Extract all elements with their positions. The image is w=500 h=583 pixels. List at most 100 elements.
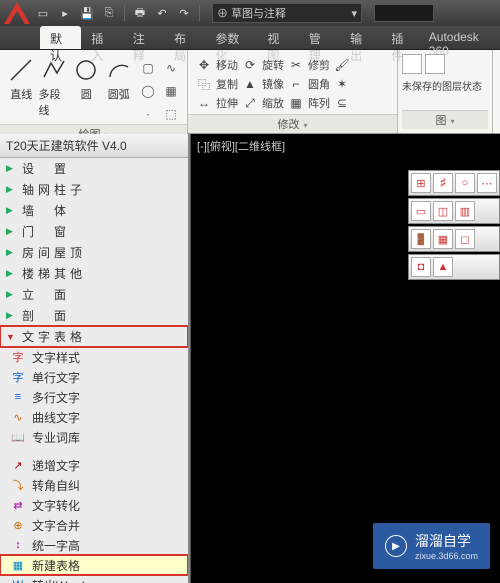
sub-incr-text[interactable]: ↗递增文字: [0, 455, 188, 475]
cat-wall[interactable]: ▶墙 体: [0, 200, 188, 221]
door-icon[interactable]: 🚪: [411, 229, 431, 249]
watermark-brand: 溜溜自学: [415, 533, 471, 549]
tab-insert[interactable]: 插入: [81, 26, 122, 49]
mirror-button[interactable]: 镜像: [262, 76, 284, 92]
rotate-icon[interactable]: ⟳: [242, 57, 258, 73]
cat-axis[interactable]: ▶轴网柱子: [0, 179, 188, 200]
tab-output[interactable]: 输出: [340, 26, 381, 49]
cat-settings[interactable]: ▶设 置: [0, 158, 188, 179]
axis-icon[interactable]: ♯: [433, 173, 453, 193]
sub-text-merge[interactable]: ⊕文字合并: [0, 515, 188, 535]
tab-view[interactable]: 视图: [257, 26, 298, 49]
arc-icon: [105, 56, 133, 84]
brush-icon[interactable]: 🖌: [334, 57, 350, 73]
sub-unify-height[interactable]: ↕统一字高: [0, 535, 188, 555]
qat-open-icon[interactable]: ▸: [56, 4, 74, 22]
stretch-icon[interactable]: ↔: [196, 95, 212, 111]
sub-vocab[interactable]: 📖专业词库: [0, 427, 188, 447]
search-input[interactable]: [374, 4, 434, 22]
palette-title: T20天正建筑软件 V4.0: [0, 134, 188, 158]
cat-stair[interactable]: ▶楼梯其他: [0, 263, 188, 284]
cat-door[interactable]: ▶门 窗: [0, 221, 188, 242]
qat-print-icon[interactable]: 🖶: [131, 4, 149, 22]
trim-icon[interactable]: ✂: [288, 57, 304, 73]
modify-panel-title[interactable]: 修改: [188, 114, 397, 133]
trim-button[interactable]: 修剪: [308, 57, 330, 73]
sub-text-convert[interactable]: ⇄文字转化: [0, 495, 188, 515]
fillet-button[interactable]: 圆角: [308, 76, 330, 92]
sub-curve-text[interactable]: ∿曲线文字: [0, 407, 188, 427]
rect-icon[interactable]: ▢: [138, 58, 158, 78]
point-icon[interactable]: ∙: [138, 104, 158, 124]
mirror-icon[interactable]: ▲: [242, 76, 258, 92]
qat-save-icon[interactable]: 💾: [78, 4, 96, 22]
roof-icon[interactable]: ▲: [433, 257, 453, 277]
layer-properties-icon[interactable]: [402, 54, 422, 74]
open-icon[interactable]: ◻: [455, 229, 475, 249]
layers-panel-title[interactable]: 图: [402, 110, 488, 129]
tab-parametric[interactable]: 参数化: [205, 26, 257, 49]
play-icon: ▶: [385, 535, 407, 557]
arc-button[interactable]: 圆弧: [104, 54, 135, 102]
workspace-selector[interactable]: ⊕ 草图与注释▾: [212, 3, 362, 23]
ellipse-icon[interactable]: ◯: [138, 81, 158, 101]
wall3-icon[interactable]: ▥: [455, 201, 475, 221]
qat-undo-icon[interactable]: ↶: [153, 4, 171, 22]
more-icon[interactable]: ⋯: [477, 173, 497, 193]
tab-layout[interactable]: 布局: [164, 26, 205, 49]
fillet-icon[interactable]: ⌐: [288, 76, 304, 92]
scale-button[interactable]: 缩放: [262, 95, 284, 111]
cat-room[interactable]: ▶房间屋顶: [0, 242, 188, 263]
workspace-label: 草图与注释: [231, 8, 286, 20]
offset-icon[interactable]: ⊆: [334, 95, 350, 111]
copy-icon[interactable]: ⿻: [196, 76, 212, 92]
move-icon[interactable]: ✥: [196, 57, 212, 73]
cat-section[interactable]: ▶剖 面: [0, 305, 188, 326]
circle-icon: [72, 56, 100, 84]
rotate-button[interactable]: 旋转: [262, 57, 284, 73]
array-button[interactable]: 阵列: [308, 95, 330, 111]
region-icon[interactable]: ⬚: [161, 104, 181, 124]
right-toolbars: ⊞♯○⋯ ▭◫▥ 🚪▦◻ ◘▲: [408, 170, 500, 280]
room-icon[interactable]: ◘: [411, 257, 431, 277]
sub-export-word[interactable]: W转出Word: [0, 575, 188, 583]
col-icon[interactable]: ○: [455, 173, 475, 193]
win-icon[interactable]: ▦: [433, 229, 453, 249]
array-icon[interactable]: ▦: [288, 95, 304, 111]
qat-redo-icon[interactable]: ↷: [175, 4, 193, 22]
sub-single-text[interactable]: 字单行文字: [0, 367, 188, 387]
copy-button[interactable]: 复制: [216, 76, 238, 92]
tangent-palette: T20天正建筑软件 V4.0 ▶设 置 ▶轴网柱子 ▶墙 体 ▶门 窗 ▶房间屋…: [0, 134, 190, 583]
scale-icon[interactable]: ⤢: [242, 95, 258, 111]
cat-elevation[interactable]: ▶立 面: [0, 284, 188, 305]
line-button[interactable]: 直线: [6, 54, 37, 102]
layer-state-label[interactable]: 未保存的图层状态: [402, 78, 488, 93]
tab-manage[interactable]: 管理: [299, 26, 340, 49]
sub-new-table[interactable]: ▦新建表格: [0, 555, 188, 575]
sub-text-style[interactable]: 字文字样式: [0, 347, 188, 367]
tab-annotate[interactable]: 注释: [123, 26, 164, 49]
tab-plugin[interactable]: 插件: [381, 26, 422, 49]
spline-icon[interactable]: ∿: [161, 58, 181, 78]
line-icon: [7, 56, 35, 84]
move-button[interactable]: 移动: [216, 57, 238, 73]
tab-default[interactable]: 默认: [40, 26, 81, 49]
stretch-button[interactable]: 拉伸: [216, 95, 238, 111]
viewport-label[interactable]: [-][俯视][二维线框]: [197, 138, 285, 154]
layer-states-icon[interactable]: [425, 54, 445, 74]
polyline-icon: [40, 56, 68, 84]
tab-autodesk360[interactable]: Autodesk 360: [423, 26, 500, 49]
wall-icon[interactable]: ▭: [411, 201, 431, 221]
grid-icon[interactable]: ⊞: [411, 173, 431, 193]
hatch-icon[interactable]: ▦: [161, 81, 181, 101]
qat-new-icon[interactable]: ▭: [34, 4, 52, 22]
sub-corner-fix[interactable]: ⤵转角自纠: [0, 475, 188, 495]
sub-multi-text[interactable]: ≡多行文字: [0, 387, 188, 407]
circle-button[interactable]: 圆: [71, 54, 102, 102]
wall2-icon[interactable]: ◫: [433, 201, 453, 221]
explode-icon[interactable]: ✶: [334, 76, 350, 92]
qat-saveas-icon[interactable]: ⎘: [100, 4, 118, 22]
watermark: ▶ 溜溜自学 zixue.3d66.com: [373, 523, 490, 569]
polyline-button[interactable]: 多段线: [39, 54, 70, 118]
cat-text-table[interactable]: ▼文字表格: [0, 326, 188, 347]
